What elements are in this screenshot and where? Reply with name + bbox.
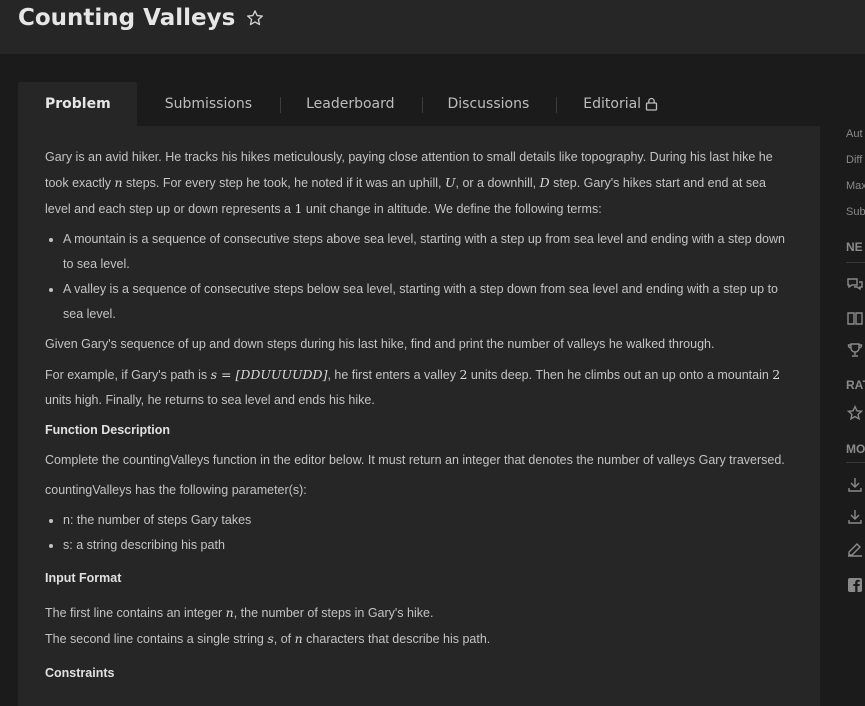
tab-label: Discussions (447, 96, 530, 112)
section-heading: RAT (846, 378, 865, 392)
tab-label: Problem (45, 96, 111, 112)
book-icon[interactable] (846, 309, 864, 327)
discussion-icon[interactable] (846, 276, 864, 294)
tab-label: Submissions (164, 96, 253, 112)
text: The first line contains an integer (45, 606, 226, 620)
tab-label: Leaderboard (306, 96, 395, 112)
meta-submitted: Sub (846, 206, 865, 218)
meta-max-score: Max (846, 180, 865, 192)
math-n: n (225, 605, 234, 620)
tab-problem[interactable]: Problem (18, 82, 137, 126)
input-line-1: The first line contains an integer n, th… (45, 600, 795, 626)
text: unit change in altitude. We define the f… (302, 202, 602, 216)
edit-icon[interactable] (846, 540, 864, 558)
math-num: 2 (772, 367, 781, 382)
page-title: Counting Valleys (18, 2, 265, 34)
math-d: D (539, 175, 550, 190)
rating-star-icon[interactable] (846, 404, 864, 422)
tab-editorial[interactable]: Editorial (556, 82, 658, 126)
bookmark-star-icon[interactable] (245, 8, 265, 28)
function-description-heading: Function Description (45, 423, 170, 437)
download-icon[interactable] (846, 508, 864, 526)
text: , of (273, 632, 295, 646)
input-line-2: The second line contains a single string… (45, 626, 795, 652)
section-heading: MO (846, 442, 865, 456)
params-list: n: the number of steps Gary takes s: a s… (45, 508, 795, 558)
meta-difficulty: Diff (846, 154, 863, 166)
meta-author: Aut (846, 128, 863, 140)
list-item: A mountain is a sequence of consecutive … (63, 227, 795, 277)
example-paragraph: For example, if Gary's path is s = [DDUU… (45, 362, 795, 413)
facebook-icon[interactable] (846, 576, 864, 594)
tab-bar: Problem Submissions Leaderboard Discussi… (18, 82, 658, 126)
trophy-icon[interactable] (846, 341, 864, 359)
tab-label: Editorial (583, 96, 642, 112)
text: , the number of steps in Gary's hike. (233, 606, 434, 620)
list-item: s: a string describing his path (63, 533, 795, 558)
text: , or a downhill, (455, 176, 540, 190)
problem-statement: Gary is an avid hiker. He tracks his hik… (45, 145, 795, 691)
text: The second line contains a single string (45, 632, 268, 646)
download-icon[interactable] (846, 476, 864, 494)
problem-panel: Gary is an avid hiker. He tracks his hik… (18, 126, 820, 706)
challenge-title: Counting Valleys (18, 5, 236, 31)
input-format-heading: Input Format (45, 571, 122, 585)
text: steps. For every step he took, he noted … (122, 176, 445, 190)
divider (846, 462, 865, 463)
text: units high. Finally, he returns to sea l… (45, 393, 375, 407)
text: For example, if Gary's path is (45, 368, 211, 382)
text: characters that describe his path. (302, 632, 491, 646)
list-item: n: the number of steps Gary takes (63, 508, 795, 533)
right-sidebar: Aut Diff Max Sub NE RAT MO (838, 126, 865, 706)
math-path: s = [DDUUUUDD] (210, 367, 328, 382)
section-heading: NE (846, 240, 863, 254)
math-u: U (444, 175, 456, 190)
math-n: n (294, 631, 303, 646)
tab-submissions[interactable]: Submissions (137, 82, 280, 126)
constraints-heading: Constraints (45, 666, 115, 680)
math-n: n (114, 175, 123, 190)
tab-discussions[interactable]: Discussions (421, 82, 557, 126)
given-paragraph: Given Gary's sequence of up and down ste… (45, 337, 715, 351)
params-intro: countingValleys has the following parame… (45, 483, 307, 497)
text: units deep. Then he climbs out an up ont… (467, 368, 773, 382)
list-item: A valley is a sequence of consecutive st… (63, 277, 795, 327)
top-bar: Counting Valleys (0, 0, 865, 54)
text: , he first enters a valley (327, 368, 460, 382)
divider (846, 262, 865, 263)
intro-paragraph: Gary is an avid hiker. He tracks his hik… (45, 145, 795, 222)
tab-leaderboard[interactable]: Leaderboard (280, 82, 421, 126)
function-description: Complete the countingValleys function in… (45, 453, 785, 467)
terms-list: A mountain is a sequence of consecutive … (45, 227, 795, 327)
lock-icon (645, 97, 658, 111)
